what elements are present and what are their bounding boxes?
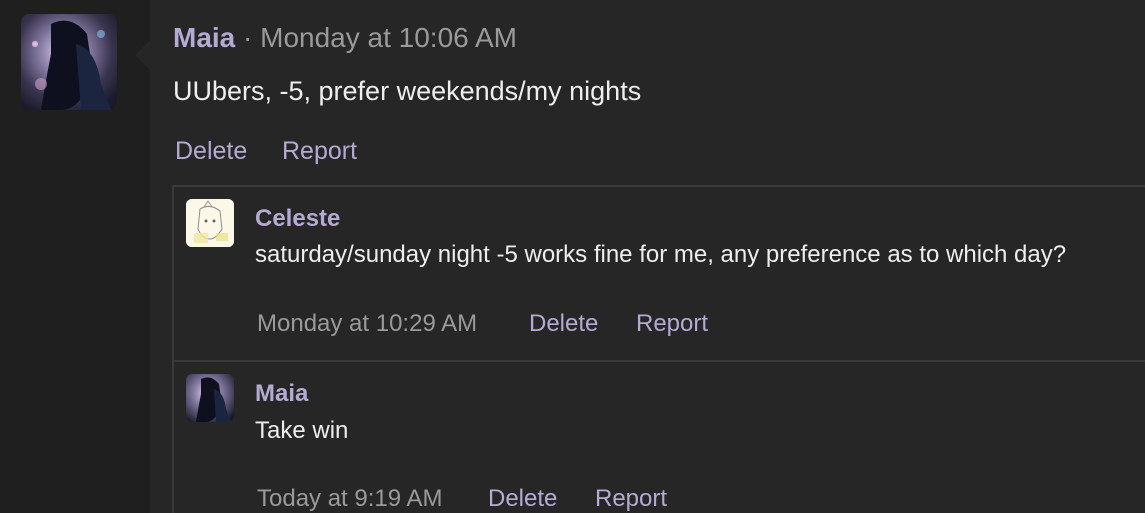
header-separator: · [243, 22, 253, 53]
reply-delete-button[interactable]: Delete [488, 485, 557, 513]
reply-text: Take win [255, 417, 349, 444]
post-header: Maia · Monday at 10:06 AM [173, 22, 517, 54]
reply-report-button[interactable]: Report [595, 485, 667, 513]
post-timestamp: Monday at 10:06 AM [260, 22, 517, 53]
page: Maia · Monday at 10:06 AM UUbers, -5, pr… [0, 0, 1145, 513]
post-delete-button[interactable]: Delete [175, 137, 247, 166]
reply-divider [174, 360, 1145, 362]
reply-timestamp: Monday at 10:29 AM [257, 310, 478, 337]
post-body: UUbers, -5, prefer weekends/my nights [173, 76, 642, 106]
avatar[interactable] [21, 14, 117, 110]
reply-text: saturday/sunday night -5 works fine for … [255, 241, 1067, 268]
reply-avatar[interactable] [186, 199, 234, 247]
reply-avatar-image [186, 199, 234, 247]
reply-avatar-image [186, 374, 234, 422]
post-author[interactable]: Maia [173, 22, 235, 53]
reply-timestamp: Today at 9:19 AM [257, 485, 443, 512]
reply-report-button[interactable]: Report [636, 310, 708, 338]
reply-avatar[interactable] [186, 374, 234, 422]
reply-author[interactable]: Maia [255, 380, 308, 408]
reply-delete-button[interactable]: Delete [529, 310, 598, 338]
post-pointer [135, 40, 150, 70]
reply-author[interactable]: Celeste [255, 205, 340, 233]
replies-container [172, 185, 1145, 513]
avatar-image [21, 14, 117, 110]
post-report-button[interactable]: Report [282, 137, 357, 166]
